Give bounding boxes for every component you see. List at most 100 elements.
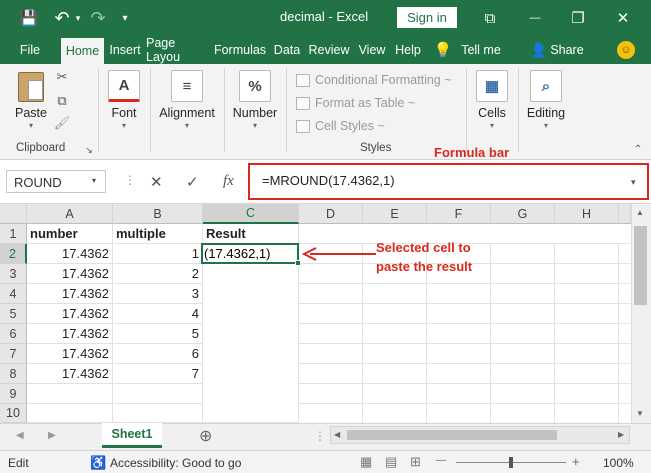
row-header-3[interactable]: 3 — [0, 264, 27, 284]
clipboard-launcher-icon[interactable]: ↘ — [84, 143, 94, 157]
tab-insert[interactable]: Insert — [106, 36, 144, 64]
scroll-right-icon[interactable]: ▶ — [618, 430, 624, 439]
cell-b5[interactable]: 4 — [113, 304, 203, 324]
name-box[interactable]: ROUND — [6, 170, 106, 193]
column-header-d[interactable]: D — [299, 204, 363, 224]
cell-b7[interactable]: 6 — [113, 344, 203, 364]
cell-a1[interactable]: number — [27, 224, 113, 244]
ribbon-display-options-icon[interactable]: ⧉ — [480, 8, 500, 28]
close-icon[interactable]: ✕ — [612, 8, 634, 28]
row-header-2[interactable]: 2 — [0, 244, 27, 264]
share-button[interactable]: Share — [550, 36, 584, 64]
column-header-partial[interactable] — [619, 204, 631, 224]
editing-button[interactable]: ⌕ Editing ▾ — [524, 70, 568, 130]
row-header-7[interactable]: 7 — [0, 344, 27, 364]
cancel-entry-icon[interactable]: ✕ — [150, 173, 163, 191]
tab-review[interactable]: Review — [306, 36, 352, 64]
undo-icon[interactable]: ↶ — [52, 8, 72, 28]
zoom-in-icon[interactable]: + — [572, 454, 580, 469]
cell-a2[interactable]: 17.4362 — [27, 244, 113, 264]
zoom-level[interactable]: 100% — [603, 456, 634, 470]
prev-sheet-icon[interactable]: ◀ — [16, 430, 24, 441]
cell-styles-button[interactable]: Cell Styles ~ — [296, 116, 385, 136]
page-break-view-icon[interactable]: ⊞ — [410, 454, 421, 470]
horizontal-scrollbar[interactable]: ◀ ▶ — [330, 426, 630, 444]
tell-me-search[interactable]: Tell me — [456, 36, 506, 64]
scroll-up-icon[interactable]: ▲ — [636, 208, 644, 217]
horizontal-scroll-thumb[interactable] — [347, 430, 557, 440]
active-cell-c2[interactable]: (17.4362,1) — [201, 243, 299, 264]
column-header-a[interactable]: A — [27, 204, 113, 224]
name-box-dropdown-icon[interactable]: ▾ — [92, 176, 96, 185]
font-button[interactable]: A Font ▾ — [106, 70, 142, 130]
row-header-1[interactable]: 1 — [0, 224, 27, 244]
cell-b3[interactable]: 2 — [113, 264, 203, 284]
undo-dropdown-icon[interactable]: ▾ — [73, 8, 83, 28]
format-painter-icon[interactable]: 🖌 — [54, 115, 71, 130]
cut-icon[interactable]: ✂ — [54, 69, 70, 84]
save-icon[interactable]: 💾 — [18, 8, 40, 28]
tab-formulas[interactable]: Formulas — [212, 36, 268, 64]
tab-data[interactable]: Data — [270, 36, 304, 64]
row-header-5[interactable]: 5 — [0, 304, 27, 324]
lightbulb-icon[interactable]: 💡 — [434, 36, 453, 64]
column-header-f[interactable]: F — [427, 204, 491, 224]
normal-view-icon[interactable]: ▦ — [360, 454, 372, 470]
zoom-slider-thumb[interactable] — [509, 457, 513, 468]
accessibility-status[interactable]: Accessibility: Good to go — [110, 456, 241, 470]
paste-dropdown-icon[interactable]: ▾ — [29, 121, 33, 130]
row-header-8[interactable]: 8 — [0, 364, 27, 384]
next-sheet-icon[interactable]: ▶ — [48, 430, 56, 441]
cell-b4[interactable]: 3 — [113, 284, 203, 304]
cell-a6[interactable]: 17.4362 — [27, 324, 113, 344]
cell-a9[interactable] — [27, 384, 113, 404]
accessibility-icon[interactable]: ♿ — [90, 455, 106, 471]
enter-entry-icon[interactable]: ✓ — [186, 173, 199, 191]
sheet-tab-sheet1[interactable]: Sheet1 — [102, 423, 162, 448]
copy-icon[interactable]: ⧉ — [54, 93, 70, 108]
cell-b1[interactable]: multiple — [113, 224, 203, 244]
cell-a8[interactable]: 17.4362 — [27, 364, 113, 384]
redo-icon[interactable]: ↷ — [88, 8, 108, 28]
cell-b10[interactable] — [113, 404, 203, 423]
sign-in-button[interactable]: Sign in — [397, 7, 457, 28]
format-as-table-button[interactable]: Format as Table ~ — [296, 93, 415, 113]
customize-qat-icon[interactable]: ▾ — [118, 8, 132, 28]
cell-b2[interactable]: 1 — [113, 244, 203, 264]
insert-function-icon[interactable]: fx — [223, 173, 234, 190]
select-all-corner[interactable] — [0, 204, 27, 224]
cells-button[interactable]: ▦ Cells ▾ — [474, 70, 510, 130]
column-header-c[interactable]: C — [203, 204, 299, 224]
row-header-9[interactable]: 9 — [0, 384, 27, 404]
page-layout-view-icon[interactable]: ▤ — [385, 454, 397, 470]
cell-a7[interactable]: 17.4362 — [27, 344, 113, 364]
tab-split-handle[interactable]: ⋮ — [314, 429, 326, 443]
cell-a5[interactable]: 17.4362 — [27, 304, 113, 324]
conditional-formatting-button[interactable]: Conditional Formatting ~ — [296, 70, 452, 90]
paste-button[interactable]: Paste ▾ — [14, 72, 48, 130]
cell-b8[interactable]: 7 — [113, 364, 203, 384]
vertical-scroll-thumb[interactable] — [634, 226, 647, 305]
scroll-down-icon[interactable]: ▼ — [636, 409, 644, 418]
feedback-smiley-icon[interactable]: ☺ — [617, 41, 635, 59]
add-sheet-icon[interactable]: ⊕ — [199, 426, 212, 446]
cell-b9[interactable] — [113, 384, 203, 404]
cell-a3[interactable]: 17.4362 — [27, 264, 113, 284]
restore-icon[interactable]: ❐ — [568, 8, 588, 28]
row-header-10[interactable]: 10 — [0, 404, 27, 423]
cell-a10[interactable] — [27, 404, 113, 423]
share-person-icon[interactable]: 👤 — [530, 36, 548, 64]
cell-c3-c10-range[interactable] — [203, 264, 299, 423]
cell-b6[interactable]: 5 — [113, 324, 203, 344]
row-header-4[interactable]: 4 — [0, 284, 27, 304]
row-header-6[interactable]: 6 — [0, 324, 27, 344]
column-header-e[interactable]: E — [363, 204, 427, 224]
column-header-h[interactable]: H — [555, 204, 619, 224]
collapse-ribbon-icon[interactable]: ⌃ — [630, 142, 646, 156]
column-header-g[interactable]: G — [491, 204, 555, 224]
zoom-out-icon[interactable]: — — [436, 455, 446, 466]
number-button[interactable]: % Number ▾ — [230, 70, 280, 130]
minimize-icon[interactable]: — — [525, 8, 545, 28]
tab-view[interactable]: View — [354, 36, 390, 64]
tab-page-layout[interactable]: Page Layou — [146, 36, 210, 64]
